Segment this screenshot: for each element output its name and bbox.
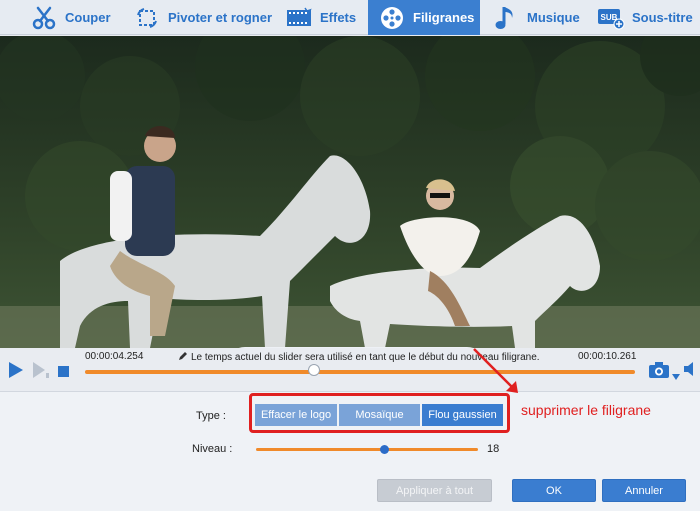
type-label: Type : <box>196 410 226 422</box>
play-next-icon[interactable] <box>32 361 50 384</box>
type-option-flou-gaussien[interactable]: Flou gaussien <box>422 404 503 426</box>
level-slider-track[interactable] <box>256 448 478 451</box>
tab-label: Effets <box>320 10 357 25</box>
annotation-arrow-icon <box>473 348 518 393</box>
level-slider-handle[interactable] <box>380 445 389 454</box>
tab-label: Filigranes <box>413 10 475 25</box>
level-value: 18 <box>487 443 500 455</box>
tab-musique[interactable]: Musique <box>492 0 582 35</box>
tab-label: Sous-titre <box>632 10 693 25</box>
video-frame-image <box>0 36 700 348</box>
tab-label: Couper <box>65 10 111 25</box>
tab-bar: Couper Pivoter et rogner Effets Filigran… <box>0 0 700 35</box>
type-option-effacer-logo[interactable]: Effacer le logo <box>255 404 337 426</box>
start-time: 00:00:04.254 <box>85 351 144 362</box>
tab-pivoter-rogner[interactable]: Pivoter et rogner <box>133 0 281 35</box>
play-icon[interactable] <box>8 361 24 384</box>
level-label: Niveau : <box>192 443 233 455</box>
pencil-icon <box>178 351 188 364</box>
subtitle-icon: SUB <box>597 4 625 32</box>
watermark-reel-icon <box>378 4 406 32</box>
tab-effets[interactable]: Effets <box>285 0 365 35</box>
tab-couper[interactable]: Couper <box>30 0 125 35</box>
cancel-button[interactable]: Annuler <box>602 479 686 502</box>
timeline-track[interactable] <box>85 370 635 374</box>
annotation-supprimer: supprimer le filigrane <box>521 402 651 418</box>
stop-icon[interactable] <box>58 364 69 382</box>
timeline-panel: 00:00:04.254 Le temps actuel du slider s… <box>0 348 700 392</box>
timeline-slider-handle[interactable] <box>308 364 320 376</box>
volume-icon[interactable] <box>683 361 697 382</box>
ok-button[interactable]: OK <box>512 479 596 502</box>
video-preview[interactable] <box>0 36 700 348</box>
tab-filigranes[interactable]: Filigranes <box>368 0 480 35</box>
tab-label: Pivoter et rogner <box>168 10 273 25</box>
music-note-icon <box>492 4 520 32</box>
tab-label: Musique <box>527 10 580 25</box>
apply-all-button[interactable]: Appliquer à tout <box>377 479 492 502</box>
rotate-crop-icon <box>133 4 161 32</box>
dropdown-arrow-icon[interactable] <box>672 367 680 385</box>
type-option-mosaique[interactable]: Mosaïque <box>339 404 420 426</box>
film-effects-icon <box>285 4 313 32</box>
snapshot-camera-icon[interactable] <box>648 361 670 384</box>
tab-sous-titre[interactable]: SUB Sous-titre <box>597 0 700 35</box>
end-time: 00:00:10.261 <box>578 351 637 362</box>
scissors-icon <box>30 4 58 32</box>
